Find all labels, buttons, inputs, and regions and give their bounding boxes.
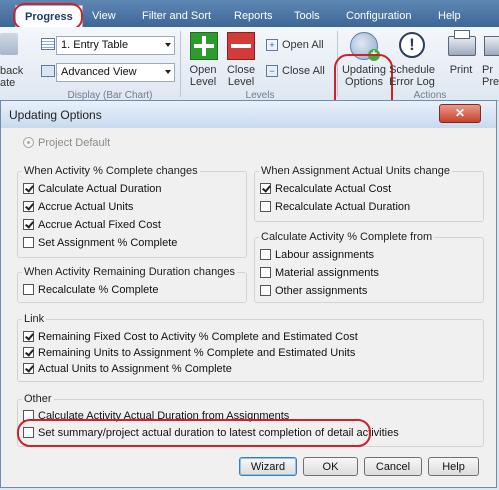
annotation-set-summary-option bbox=[17, 419, 371, 447]
cut-label-1[interactable]: back bbox=[0, 65, 24, 77]
exclamation-icon: ! bbox=[399, 32, 425, 58]
group-calc-activity-pct-from-title: Calculate Activity % Complete from bbox=[259, 231, 435, 243]
view-combo[interactable]: Advanced View bbox=[56, 63, 175, 82]
close-level-label: Close Level bbox=[226, 64, 256, 88]
checkbox-label: Other assignments bbox=[275, 285, 368, 297]
schedule-error-log-label: Schedule Error Log bbox=[389, 64, 435, 88]
table-icon bbox=[41, 38, 55, 50]
tab-filter-and-sort[interactable]: Filter and Sort bbox=[138, 6, 215, 26]
checkbox-icon bbox=[23, 183, 34, 194]
group-link-title: Link bbox=[22, 313, 47, 325]
group-other-title: Other bbox=[22, 393, 54, 405]
table-combo-value: 1. Entry Table bbox=[61, 39, 129, 51]
checkbox-icon bbox=[260, 183, 271, 194]
checkbox-link-remaining-units[interactable]: Remaining Units to Assignment % Complete… bbox=[23, 346, 355, 360]
checkbox-calculate-actual-duration[interactable]: Calculate Actual Duration bbox=[23, 182, 162, 196]
checkbox-icon bbox=[23, 237, 34, 248]
checkbox-icon bbox=[260, 285, 271, 296]
print-preview-icon bbox=[484, 36, 499, 56]
checkbox-icon bbox=[23, 219, 34, 230]
close-all-button[interactable]: − Close All bbox=[266, 63, 332, 79]
checkbox-icon bbox=[23, 347, 34, 358]
checkbox-set-assignment-pct-complete[interactable]: Set Assignment % Complete bbox=[23, 236, 177, 250]
checkbox-label: Material assignments bbox=[275, 267, 379, 279]
checkbox-recalculate-actual-duration[interactable]: Recalculate Actual Duration bbox=[260, 200, 410, 214]
print-preview-label: Pr Pre bbox=[482, 64, 499, 88]
print-button[interactable]: Print bbox=[444, 30, 478, 90]
close-all-label: Close All bbox=[282, 65, 325, 77]
checkbox-label: Remaining Fixed Cost to Activity % Compl… bbox=[38, 331, 358, 343]
checkbox-recalculate-pct-complete[interactable]: Recalculate % Complete bbox=[23, 283, 158, 297]
checkbox-icon bbox=[23, 201, 34, 212]
close-level-button[interactable]: Close Level bbox=[224, 30, 258, 88]
group-assignment-actual-units bbox=[254, 171, 484, 222]
group-assignment-actual-units-title: When Assignment Actual Units change bbox=[259, 165, 452, 177]
ribbon-body: back ate 1. Entry Table Advanced View Di… bbox=[0, 27, 499, 127]
chevron-down-icon bbox=[165, 43, 171, 47]
checkbox-label: Set Assignment % Complete bbox=[38, 237, 178, 249]
rollback-icon bbox=[0, 33, 18, 55]
print-preview-button[interactable]: Pr Pre bbox=[480, 30, 499, 90]
close-icon[interactable]: ✕ bbox=[439, 104, 481, 123]
printer-icon bbox=[448, 30, 476, 56]
checkbox-label: Calculate Actual Duration bbox=[38, 183, 162, 195]
open-all-label: Open All bbox=[282, 39, 324, 51]
checkbox-accrue-actual-fixed-cost[interactable]: Accrue Actual Fixed Cost bbox=[23, 218, 161, 232]
checkbox-icon bbox=[23, 363, 34, 374]
cancel-button[interactable]: Cancel bbox=[364, 457, 422, 476]
wizard-button[interactable]: Wizard bbox=[239, 457, 297, 476]
view-combo-value: Advanced View bbox=[61, 66, 137, 78]
open-level-button[interactable]: Open Level bbox=[188, 30, 220, 88]
checkbox-link-actual-units[interactable]: Actual Units to Assignment % Complete bbox=[23, 362, 232, 376]
checkbox-icon bbox=[260, 249, 271, 260]
table-combo[interactable]: 1. Entry Table bbox=[56, 36, 175, 55]
collapse-icon: − bbox=[266, 65, 278, 77]
group-activity-pct-complete-title: When Activity % Complete changes bbox=[22, 165, 200, 177]
checkbox-label: Accrue Actual Units bbox=[38, 201, 134, 213]
checkbox-material-assignments[interactable]: Material assignments bbox=[260, 266, 379, 280]
checkbox-icon bbox=[260, 201, 271, 212]
checkbox-label: Actual Units to Assignment % Complete bbox=[38, 363, 232, 375]
expand-icon: + bbox=[266, 39, 278, 51]
print-label: Print bbox=[449, 64, 473, 76]
tab-view[interactable]: View bbox=[88, 6, 120, 26]
checkbox-accrue-actual-units[interactable]: Accrue Actual Units bbox=[23, 200, 133, 214]
checkbox-label: Remaining Units to Assignment % Complete… bbox=[38, 347, 356, 359]
checkbox-label: Recalculate Actual Cost bbox=[275, 183, 392, 195]
checkbox-label: Recalculate % Complete bbox=[38, 284, 159, 296]
project-default-label: Project Default bbox=[38, 137, 111, 149]
ok-button[interactable]: OK bbox=[303, 457, 358, 476]
checkbox-icon bbox=[23, 284, 34, 295]
minus-icon bbox=[227, 32, 255, 60]
tab-reports[interactable]: Reports bbox=[230, 6, 277, 26]
group-remaining-duration-title: When Activity Remaining Duration changes bbox=[22, 266, 237, 278]
cut-label-2[interactable]: ate bbox=[0, 77, 24, 89]
ribbon-separator bbox=[180, 31, 181, 97]
project-default-radio: Project Default bbox=[23, 136, 110, 150]
help-button[interactable]: Help bbox=[428, 457, 479, 476]
tab-help[interactable]: Help bbox=[434, 6, 465, 26]
dialog-titlebar[interactable]: Updating Options ✕ bbox=[1, 101, 496, 128]
checkbox-link-remaining-fixed-cost[interactable]: Remaining Fixed Cost to Activity % Compl… bbox=[23, 330, 358, 344]
annotation-progress-tab bbox=[13, 3, 83, 30]
view-icon bbox=[41, 65, 55, 77]
plus-icon bbox=[190, 32, 218, 60]
checkbox-label: Labour assignments bbox=[275, 249, 375, 261]
checkbox-label: Recalculate Actual Duration bbox=[275, 201, 411, 213]
open-all-button[interactable]: + Open All bbox=[266, 37, 332, 53]
dialog-title: Updating Options bbox=[9, 108, 102, 122]
radio-icon bbox=[23, 137, 34, 148]
open-level-label: Open Level bbox=[189, 64, 217, 88]
checkbox-icon bbox=[23, 331, 34, 342]
tab-tools[interactable]: Tools bbox=[290, 6, 324, 26]
checkbox-label: Accrue Actual Fixed Cost bbox=[38, 219, 161, 231]
schedule-error-log-button[interactable]: ! Schedule Error Log bbox=[389, 30, 435, 90]
checkbox-icon bbox=[260, 267, 271, 278]
checkbox-labour-assignments[interactable]: Labour assignments bbox=[260, 248, 374, 262]
chevron-down-icon bbox=[165, 70, 171, 74]
checkbox-other-assignments[interactable]: Other assignments bbox=[260, 284, 367, 298]
tab-configuration[interactable]: Configuration bbox=[342, 6, 415, 26]
checkbox-recalculate-actual-cost[interactable]: Recalculate Actual Cost bbox=[260, 182, 391, 196]
